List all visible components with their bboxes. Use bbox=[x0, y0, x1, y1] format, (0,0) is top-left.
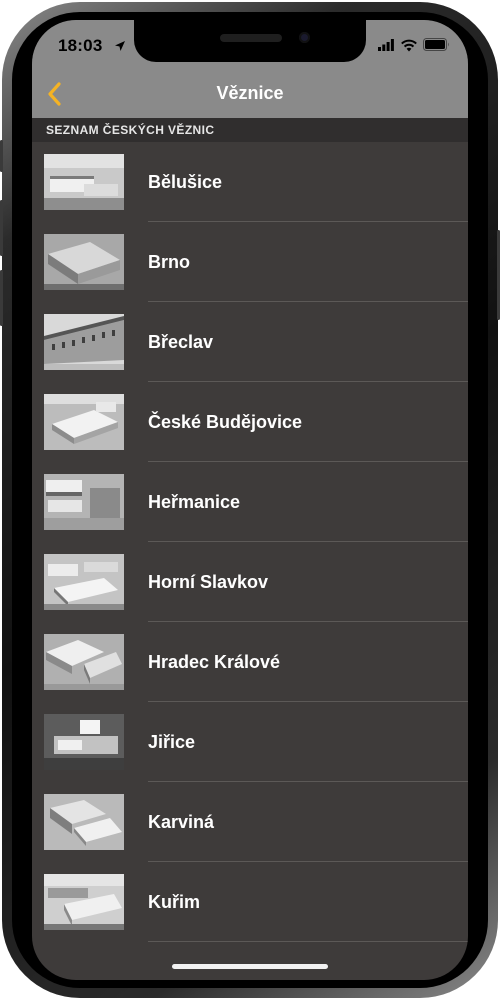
mute-switch bbox=[0, 140, 3, 172]
prison-name: Bělušice bbox=[148, 172, 223, 192]
list-item[interactable]: Jiřice bbox=[32, 702, 468, 782]
prison-list: Bělušice Brno Břeclav České Budějovice Heřma… bbox=[32, 142, 468, 942]
navigation-bar: Věznice bbox=[32, 70, 468, 118]
location-arrow-icon bbox=[115, 41, 125, 51]
wifi-icon bbox=[401, 39, 417, 52]
prison-name: Brno bbox=[148, 252, 190, 272]
prison-name: Heřmanice bbox=[148, 492, 241, 512]
list-item[interactable]: Horní Slavkov bbox=[32, 542, 468, 622]
prison-name: Kuřim bbox=[148, 892, 201, 912]
prison-photo bbox=[44, 234, 124, 290]
list-item[interactable]: České Budějovice bbox=[32, 382, 468, 462]
prison-photo bbox=[44, 634, 124, 690]
prison-photo bbox=[44, 714, 124, 770]
list-item[interactable]: Heřmanice bbox=[32, 462, 468, 542]
list-item[interactable]: Karviná bbox=[32, 782, 468, 862]
status-time: 18:03 bbox=[58, 36, 103, 55]
speaker-grille bbox=[220, 34, 282, 42]
list-item[interactable]: Bělušice bbox=[32, 142, 468, 222]
prison-name: Karviná bbox=[148, 812, 215, 832]
row-divider bbox=[148, 941, 468, 942]
prison-name: Jiřice bbox=[148, 732, 196, 752]
volume-up-button bbox=[0, 200, 3, 256]
front-camera bbox=[299, 32, 310, 43]
prison-photo bbox=[44, 874, 124, 930]
prison-photo bbox=[44, 474, 124, 530]
prison-photo bbox=[44, 314, 124, 370]
page-title: Věznice bbox=[216, 83, 284, 103]
list-item[interactable]: Kuřim bbox=[32, 862, 468, 942]
list-item[interactable]: Hradec Králové bbox=[32, 622, 468, 702]
prison-name: Horní Slavkov bbox=[148, 572, 269, 592]
prison-photo bbox=[44, 394, 124, 450]
prison-photo bbox=[44, 794, 124, 850]
prison-photo bbox=[44, 154, 124, 210]
prison-photo bbox=[44, 554, 124, 610]
list-item[interactable]: Břeclav bbox=[32, 302, 468, 382]
prison-name: České Budějovice bbox=[148, 412, 303, 432]
cellular-signal-icon bbox=[378, 39, 394, 51]
volume-down-button bbox=[0, 270, 3, 326]
prison-name: Hradec Králové bbox=[148, 652, 281, 672]
section-header: SEZNAM ČESKÝCH VĚZNIC bbox=[32, 118, 468, 142]
status-bar: 18:03 bbox=[32, 20, 468, 70]
prison-name: Břeclav bbox=[148, 332, 214, 352]
home-indicator[interactable] bbox=[172, 964, 328, 969]
battery-icon bbox=[423, 38, 449, 51]
list-item[interactable]: Brno bbox=[32, 222, 468, 302]
app-screen: 18:03 Věznice SEZNAM ČESKÝCH VĚZNIC Bělu… bbox=[32, 20, 468, 980]
notch bbox=[134, 20, 366, 62]
